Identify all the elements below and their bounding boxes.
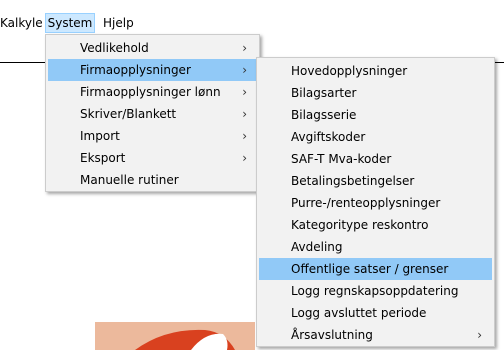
chevron-right-icon: › [242,41,247,55]
menu-item-label: Logg avsluttet periode [291,306,427,320]
menu-item-label: Import [80,129,120,143]
chevron-right-icon: › [477,328,482,342]
menu-item-saft-mva-koder[interactable]: SAF-T Mva-koder [259,148,492,170]
menu-system[interactable]: System [45,13,95,33]
menu-item-import[interactable]: Import › [48,125,257,147]
menu-item-label: Hovedopplysninger [291,64,408,78]
menu-item-firmaopplysninger[interactable]: Firmaopplysninger › [48,59,257,81]
system-menu: Vedlikehold › Firmaopplysninger › Firmao… [45,34,260,192]
menu-item-label: Firmaopplysninger lønn [80,85,221,99]
menu-item-kategoritype-reskontro[interactable]: Kategoritype reskontro [259,214,492,236]
background-image [95,322,255,350]
menu-item-label: Eksport [80,151,126,165]
menu-item-label: Manuelle rutiner [80,173,179,187]
menu-item-label: Årsavslutning [291,328,373,342]
menu-item-offentlige-satser-grenser[interactable]: Offentlige satser / grenser [259,258,492,280]
menu-item-label: Bilagsserie [291,108,357,122]
menu-item-label: Bilagsarter [291,86,357,100]
menu-item-label: Purre-/renteopplysninger [291,196,441,210]
menu-item-betalingsbetingelser[interactable]: Betalingsbetingelser [259,170,492,192]
menu-hjelp[interactable]: Hjelp [103,13,134,33]
menu-item-purre-renteopplysninger[interactable]: Purre-/renteopplysninger [259,192,492,214]
menu-item-bilagsserie[interactable]: Bilagsserie [259,104,492,126]
menu-item-label: Avdeling [291,240,343,254]
menu-item-firmaopplysninger-lonn[interactable]: Firmaopplysninger lønn › [48,81,257,103]
menu-item-logg-avsluttet-periode[interactable]: Logg avsluttet periode [259,302,492,324]
menu-item-eksport[interactable]: Eksport › [48,147,257,169]
menu-item-label: Kategoritype reskontro [291,218,429,232]
menu-item-arsavslutning[interactable]: Årsavslutning › [259,324,492,346]
menu-item-bilagsarter[interactable]: Bilagsarter [259,82,492,104]
menu-item-label: Skriver/Blankett [80,107,177,121]
menu-item-avdeling[interactable]: Avdeling [259,236,492,258]
divider-line [0,62,48,63]
menu-item-label: Avgiftskoder [291,130,366,144]
chevron-right-icon: › [242,107,247,121]
menu-item-label: Firmaopplysninger [80,63,191,77]
menu-item-avgiftskoder[interactable]: Avgiftskoder [259,126,492,148]
menu-item-manuelle-rutiner[interactable]: Manuelle rutiner [48,169,257,191]
menu-item-logg-regnskapsoppdatering[interactable]: Logg regnskapsoppdatering [259,280,492,302]
menu-item-hovedopplysninger[interactable]: Hovedopplysninger [259,60,492,82]
menu-kalkyle[interactable]: Kalkyle [0,13,43,33]
menubar: Kalkyle System Hjelp [0,0,504,34]
menu-item-label: Vedlikehold [80,41,149,55]
menu-item-label: Logg regnskapsoppdatering [291,284,459,298]
menu-item-vedlikehold[interactable]: Vedlikehold › [48,37,257,59]
chevron-right-icon: › [242,151,247,165]
menu-item-skriver-blankett[interactable]: Skriver/Blankett › [48,103,257,125]
chevron-right-icon: › [242,63,247,77]
firmaopplysninger-submenu: Hovedopplysninger Bilagsarter Bilagsseri… [256,57,495,347]
menu-item-label: SAF-T Mva-koder [291,152,392,166]
chevron-right-icon: › [242,129,247,143]
chevron-right-icon: › [242,85,247,99]
menu-item-label: Offentlige satser / grenser [291,262,449,276]
menu-item-label: Betalingsbetingelser [291,174,415,188]
